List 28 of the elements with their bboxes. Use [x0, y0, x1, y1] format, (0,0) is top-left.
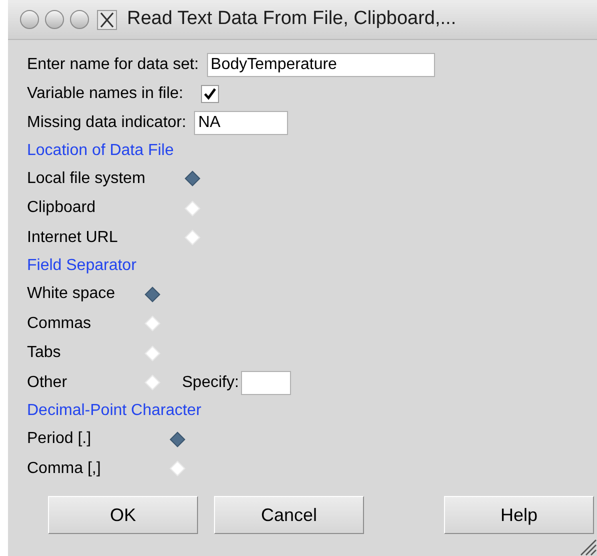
radio-label: White space — [27, 284, 116, 304]
field-label: Enter name for data set: — [27, 54, 199, 74]
field-label: Variable names in file: — [27, 84, 184, 104]
radio-label: Other — [27, 372, 68, 393]
text-field[interactable] — [240, 370, 291, 395]
text-field[interactable]: NA — [194, 110, 288, 134]
window-control-icon[interactable] — [20, 10, 39, 29]
field-label: Specify: — [182, 372, 239, 393]
radio-label: Commas — [27, 314, 92, 334]
radio-label: Tabs — [27, 343, 62, 364]
radio-label: Period [.] — [27, 429, 92, 450]
window-title: Read Text Data From File, Clipboard,... — [127, 7, 456, 32]
field-label: Missing data indicator: — [27, 112, 186, 132]
section-heading: Decimal-Point Character — [27, 401, 202, 421]
x-window-icon — [97, 10, 117, 30]
section-heading: Field Separator — [27, 256, 138, 276]
dialog-button[interactable]: Help — [444, 496, 594, 534]
window-control-icon[interactable] — [70, 10, 89, 29]
radio-label: Comma [,] — [27, 458, 102, 479]
section-heading: Location of Data File — [27, 140, 175, 160]
checkbox[interactable] — [201, 84, 220, 102]
radio-label: Local file system — [27, 168, 146, 189]
radio-label: Clipboard — [27, 198, 96, 218]
window-control-icon[interactable] — [45, 10, 64, 29]
text-field[interactable]: BodyTemperature — [206, 52, 435, 76]
dialog-button[interactable]: Cancel — [214, 496, 364, 534]
radio-label: Internet URL — [27, 228, 119, 248]
dialog-button[interactable]: OK — [48, 496, 198, 534]
